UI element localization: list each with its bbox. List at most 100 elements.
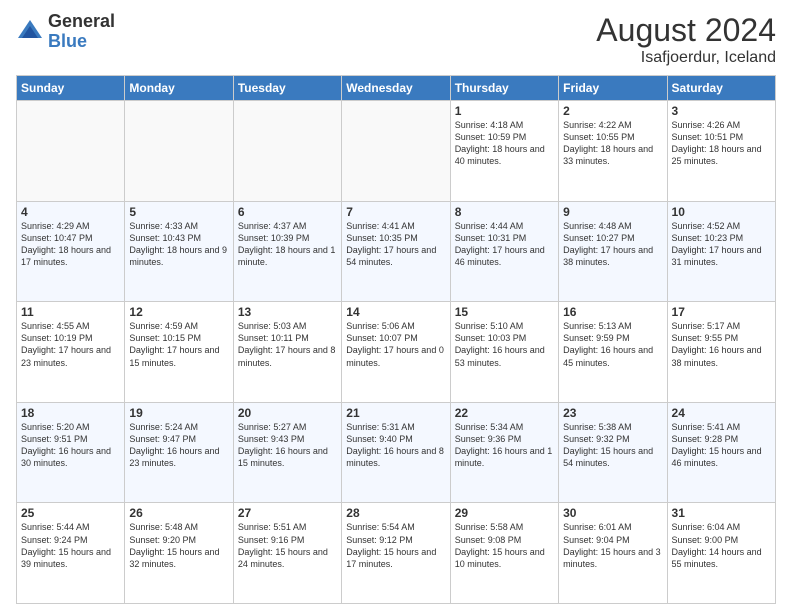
day-info: Sunrise: 4:59 AM Sunset: 10:15 PM Daylig… [129,320,228,369]
calendar-cell: 15Sunrise: 5:10 AM Sunset: 10:03 PM Dayl… [450,302,558,403]
calendar-cell: 1Sunrise: 4:18 AM Sunset: 10:59 PM Dayli… [450,101,558,202]
calendar-cell: 20Sunrise: 5:27 AM Sunset: 9:43 PM Dayli… [233,402,341,503]
day-number: 24 [672,406,771,420]
day-number: 27 [238,506,337,520]
calendar-cell: 2Sunrise: 4:22 AM Sunset: 10:55 PM Dayli… [559,101,667,202]
day-number: 11 [21,305,120,319]
day-number: 28 [346,506,445,520]
calendar-cell: 10Sunrise: 4:52 AM Sunset: 10:23 PM Dayl… [667,201,775,302]
calendar-cell: 12Sunrise: 4:59 AM Sunset: 10:15 PM Dayl… [125,302,233,403]
day-info: Sunrise: 5:44 AM Sunset: 9:24 PM Dayligh… [21,521,120,570]
calendar-cell: 7Sunrise: 4:41 AM Sunset: 10:35 PM Dayli… [342,201,450,302]
calendar-cell [233,101,341,202]
day-number: 22 [455,406,554,420]
day-info: Sunrise: 5:34 AM Sunset: 9:36 PM Dayligh… [455,421,554,470]
calendar-cell [17,101,125,202]
day-info: Sunrise: 5:03 AM Sunset: 10:11 PM Daylig… [238,320,337,369]
calendar-cell [125,101,233,202]
calendar-cell: 22Sunrise: 5:34 AM Sunset: 9:36 PM Dayli… [450,402,558,503]
header: General Blue August 2024 Isafjoerdur, Ic… [16,12,776,67]
calendar-cell: 24Sunrise: 5:41 AM Sunset: 9:28 PM Dayli… [667,402,775,503]
title-block: August 2024 Isafjoerdur, Iceland [596,12,776,67]
day-number: 8 [455,205,554,219]
logo-text: General Blue [48,12,115,52]
calendar-cell: 25Sunrise: 5:44 AM Sunset: 9:24 PM Dayli… [17,503,125,604]
day-number: 30 [563,506,662,520]
day-info: Sunrise: 5:06 AM Sunset: 10:07 PM Daylig… [346,320,445,369]
logo-blue-text: Blue [48,32,115,52]
day-number: 19 [129,406,228,420]
day-info: Sunrise: 5:27 AM Sunset: 9:43 PM Dayligh… [238,421,337,470]
col-saturday: Saturday [667,76,775,101]
day-info: Sunrise: 5:10 AM Sunset: 10:03 PM Daylig… [455,320,554,369]
calendar-cell: 31Sunrise: 6:04 AM Sunset: 9:00 PM Dayli… [667,503,775,604]
calendar-cell: 17Sunrise: 5:17 AM Sunset: 9:55 PM Dayli… [667,302,775,403]
day-info: Sunrise: 5:31 AM Sunset: 9:40 PM Dayligh… [346,421,445,470]
day-info: Sunrise: 6:04 AM Sunset: 9:00 PM Dayligh… [672,521,771,570]
col-wednesday: Wednesday [342,76,450,101]
day-info: Sunrise: 4:41 AM Sunset: 10:35 PM Daylig… [346,220,445,269]
calendar-cell: 14Sunrise: 5:06 AM Sunset: 10:07 PM Dayl… [342,302,450,403]
day-info: Sunrise: 4:26 AM Sunset: 10:51 PM Daylig… [672,119,771,168]
day-number: 1 [455,104,554,118]
day-number: 14 [346,305,445,319]
calendar-cell: 28Sunrise: 5:54 AM Sunset: 9:12 PM Dayli… [342,503,450,604]
col-tuesday: Tuesday [233,76,341,101]
calendar-cell: 11Sunrise: 4:55 AM Sunset: 10:19 PM Dayl… [17,302,125,403]
day-number: 29 [455,506,554,520]
day-number: 10 [672,205,771,219]
calendar-header: Sunday Monday Tuesday Wednesday Thursday… [17,76,776,101]
day-number: 25 [21,506,120,520]
day-info: Sunrise: 5:51 AM Sunset: 9:16 PM Dayligh… [238,521,337,570]
day-info: Sunrise: 5:38 AM Sunset: 9:32 PM Dayligh… [563,421,662,470]
day-info: Sunrise: 5:54 AM Sunset: 9:12 PM Dayligh… [346,521,445,570]
calendar-cell: 21Sunrise: 5:31 AM Sunset: 9:40 PM Dayli… [342,402,450,503]
calendar-cell: 9Sunrise: 4:48 AM Sunset: 10:27 PM Dayli… [559,201,667,302]
day-number: 12 [129,305,228,319]
month-year: August 2024 [596,12,776,49]
col-thursday: Thursday [450,76,558,101]
calendar-week-5: 25Sunrise: 5:44 AM Sunset: 9:24 PM Dayli… [17,503,776,604]
day-info: Sunrise: 4:55 AM Sunset: 10:19 PM Daylig… [21,320,120,369]
calendar-cell: 16Sunrise: 5:13 AM Sunset: 9:59 PM Dayli… [559,302,667,403]
day-number: 3 [672,104,771,118]
calendar-cell: 29Sunrise: 5:58 AM Sunset: 9:08 PM Dayli… [450,503,558,604]
day-info: Sunrise: 5:20 AM Sunset: 9:51 PM Dayligh… [21,421,120,470]
calendar-week-3: 11Sunrise: 4:55 AM Sunset: 10:19 PM Dayl… [17,302,776,403]
calendar-cell: 5Sunrise: 4:33 AM Sunset: 10:43 PM Dayli… [125,201,233,302]
day-info: Sunrise: 4:18 AM Sunset: 10:59 PM Daylig… [455,119,554,168]
day-info: Sunrise: 4:29 AM Sunset: 10:47 PM Daylig… [21,220,120,269]
col-monday: Monday [125,76,233,101]
day-info: Sunrise: 6:01 AM Sunset: 9:04 PM Dayligh… [563,521,662,570]
day-info: Sunrise: 5:17 AM Sunset: 9:55 PM Dayligh… [672,320,771,369]
day-info: Sunrise: 4:37 AM Sunset: 10:39 PM Daylig… [238,220,337,269]
day-number: 13 [238,305,337,319]
calendar-week-4: 18Sunrise: 5:20 AM Sunset: 9:51 PM Dayli… [17,402,776,503]
day-info: Sunrise: 5:58 AM Sunset: 9:08 PM Dayligh… [455,521,554,570]
calendar-cell: 27Sunrise: 5:51 AM Sunset: 9:16 PM Dayli… [233,503,341,604]
calendar-cell: 30Sunrise: 6:01 AM Sunset: 9:04 PM Dayli… [559,503,667,604]
calendar-cell [342,101,450,202]
calendar-cell: 4Sunrise: 4:29 AM Sunset: 10:47 PM Dayli… [17,201,125,302]
calendar-cell: 19Sunrise: 5:24 AM Sunset: 9:47 PM Dayli… [125,402,233,503]
day-info: Sunrise: 4:22 AM Sunset: 10:55 PM Daylig… [563,119,662,168]
logo: General Blue [16,12,115,52]
day-number: 6 [238,205,337,219]
calendar-week-2: 4Sunrise: 4:29 AM Sunset: 10:47 PM Dayli… [17,201,776,302]
calendar-cell: 8Sunrise: 4:44 AM Sunset: 10:31 PM Dayli… [450,201,558,302]
col-sunday: Sunday [17,76,125,101]
calendar-cell: 6Sunrise: 4:37 AM Sunset: 10:39 PM Dayli… [233,201,341,302]
logo-general-text: General [48,12,115,32]
day-info: Sunrise: 5:41 AM Sunset: 9:28 PM Dayligh… [672,421,771,470]
day-info: Sunrise: 4:33 AM Sunset: 10:43 PM Daylig… [129,220,228,269]
day-info: Sunrise: 4:44 AM Sunset: 10:31 PM Daylig… [455,220,554,269]
day-number: 9 [563,205,662,219]
day-info: Sunrise: 4:48 AM Sunset: 10:27 PM Daylig… [563,220,662,269]
day-info: Sunrise: 5:48 AM Sunset: 9:20 PM Dayligh… [129,521,228,570]
day-number: 5 [129,205,228,219]
day-number: 18 [21,406,120,420]
day-number: 21 [346,406,445,420]
day-number: 4 [21,205,120,219]
day-number: 7 [346,205,445,219]
day-number: 17 [672,305,771,319]
